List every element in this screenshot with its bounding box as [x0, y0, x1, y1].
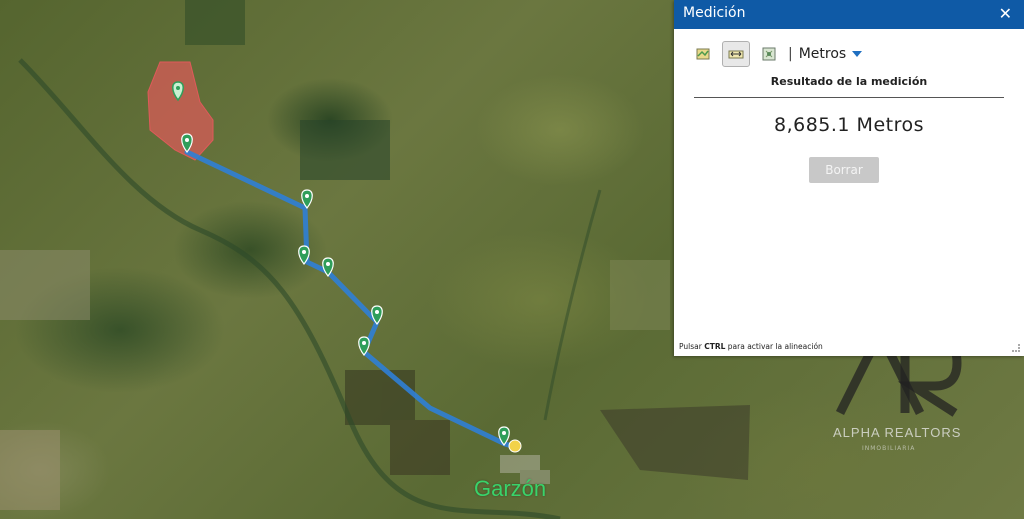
forest-patch: [300, 120, 390, 180]
divider: [694, 97, 1004, 98]
parcel-polygon[interactable]: [147, 61, 214, 161]
field-patch: [345, 370, 415, 425]
route-end-point[interactable]: [508, 439, 522, 453]
hint-key: CTRL: [704, 342, 726, 351]
field-patch: [390, 420, 450, 475]
hint-suffix: para activar la alineación: [725, 342, 823, 351]
hint-text: Pulsar CTRL para activar la alineación: [679, 342, 823, 351]
field-patch: [0, 250, 90, 320]
brand-subtitle: INMOBILIARIA: [862, 445, 916, 452]
hint-prefix: Pulsar: [679, 342, 705, 351]
field-patch: [600, 405, 750, 480]
area-measure-icon[interactable]: [692, 43, 714, 65]
creek: [543, 189, 602, 421]
resize-handle[interactable]: [1012, 344, 1020, 352]
measurement-panel: Medición ✕ | Metros Resultado de la medi…: [674, 0, 1024, 356]
town-label: Garzón: [474, 476, 547, 501]
creek: [18, 58, 561, 519]
forest-patch: [185, 0, 245, 45]
distance-measure-icon[interactable]: [722, 41, 750, 67]
location-measure-icon[interactable]: [758, 43, 780, 65]
clear-button[interactable]: Borrar: [809, 157, 879, 183]
chevron-down-icon[interactable]: [852, 51, 863, 57]
result-heading: Resultado de la medición: [770, 75, 928, 88]
brand-name: ALPHA REALTORS: [833, 425, 962, 440]
panel-title: Medición: [683, 5, 746, 21]
unit-select[interactable]: Metros: [799, 46, 847, 62]
measurement-result: 8,685.1 Metros: [773, 114, 924, 136]
measure-toolbar: | Metros: [692, 41, 863, 67]
panel-titlebar[interactable]: Medición ✕: [674, 0, 1024, 29]
field-patch: [0, 430, 60, 510]
field-patch: [610, 260, 670, 330]
toolbar-separator: |: [788, 46, 793, 62]
close-icon[interactable]: ✕: [999, 4, 1012, 23]
